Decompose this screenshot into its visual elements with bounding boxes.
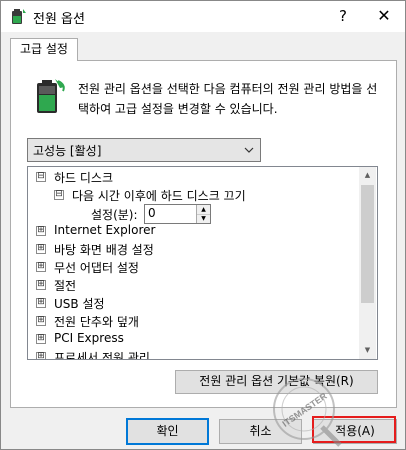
expand-icon[interactable]: ⊞ [36,280,46,290]
tree-item-label: Internet Explorer [54,223,156,237]
svg-text:ITSMASTER: ITSMASTER [280,391,329,429]
power-options-dialog: 전원 옵션 ? ✕ 고급 설정 전원 관리 옵션을 선택한 다음 컴퓨터의 전원… [0,0,406,450]
scroll-up-arrow-icon[interactable]: ▲ [359,167,376,184]
ok-button[interactable]: 확인 [126,418,209,445]
minutes-stepper[interactable]: 0 ▲ ▼ [144,204,211,224]
tree-item-label: 하드 디스크 [54,171,114,185]
title-bar: 전원 옵션 ? ✕ [1,1,405,32]
minutes-value[interactable]: 0 [148,206,156,220]
tree-item-label: 무선 어댑터 설정 [54,261,139,275]
scrollbar-thumb[interactable] [361,185,374,303]
tab-advanced-settings[interactable]: 고급 설정 [10,38,78,61]
description-text: 전원 관리 옵션을 선택한 다음 컴퓨터의 전원 관리 방법을 선택하여 고급 … [78,82,378,116]
chevron-down-icon [244,147,254,153]
expand-icon[interactable]: ⊞ [36,334,46,344]
scroll-down-arrow-icon[interactable]: ▼ [359,342,376,359]
tree-scrollbar[interactable]: ▲ ▼ [359,167,376,359]
settings-tree[interactable]: ⊟ 하드 디스크 ⊟ 다음 시간 이후에 하드 디스크 끄기 설정(분): 0 … [27,166,378,360]
expand-icon[interactable]: ⊞ [36,262,46,272]
tree-item-label: 전원 단추와 덮개 [54,315,139,329]
decrement-arrow-icon[interactable]: ▼ [197,214,210,223]
collapse-icon[interactable]: ⊟ [36,172,46,182]
tree-item-label: PCI Express [54,331,124,345]
expand-icon[interactable]: ⊞ [36,316,46,326]
expand-icon[interactable]: ⊞ [36,226,46,236]
close-button[interactable]: ✕ [367,3,401,29]
battery-icon [37,79,65,113]
itsmaster-watermark: ITSMASTER [273,378,342,447]
help-button[interactable]: ? [329,3,357,29]
setting-label: 설정(분): [91,208,138,222]
window-title: 전원 옵션 [33,12,85,27]
expand-icon[interactable]: ⊞ [36,298,46,308]
power-plan-select[interactable]: 고성능 [활성] [27,138,261,162]
tree-item-label: 절전 [54,279,77,293]
expand-icon[interactable]: ⊞ [36,352,46,359]
power-plan-value: 고성능 [활성] [33,144,102,158]
tree-item-label: 다음 시간 이후에 하드 디스크 끄기 [72,189,246,203]
tree-item-label: USB 설정 [54,297,105,311]
tree-item-label: 바탕 화면 배경 설정 [54,243,154,257]
tree-item-label: 프로세서 전원 관리 [54,351,150,360]
stepper-buttons: ▲ ▼ [196,205,210,223]
collapse-icon[interactable]: ⊟ [54,190,64,200]
expand-icon[interactable]: ⊞ [36,244,46,254]
power-options-icon [12,9,26,24]
